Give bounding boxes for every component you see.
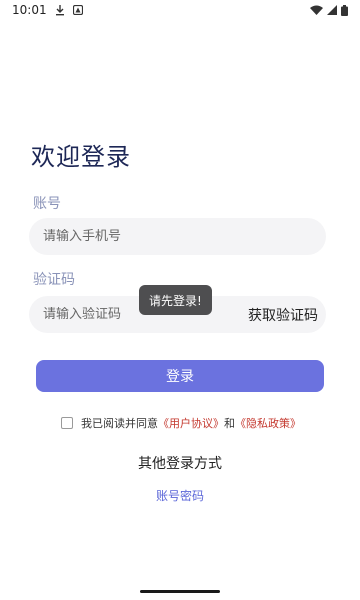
phone-input[interactable] (43, 229, 233, 244)
account-password-login-link[interactable]: 账号密码 (0, 487, 360, 504)
code-label: 验证码 (33, 272, 75, 288)
status-left: 10:01 (12, 3, 83, 17)
user-agreement-link[interactable]: 《用户协议》 (158, 415, 224, 431)
status-right (310, 4, 348, 16)
status-time: 10:01 (12, 3, 47, 17)
page-title: 欢迎登录 (31, 143, 131, 171)
toast-message: 请先登录! (139, 285, 212, 315)
agreement-and-text: 和 (224, 417, 235, 430)
cellular-signal-icon (327, 5, 337, 15)
login-button[interactable]: 登录 (36, 360, 324, 392)
notification-icon (72, 5, 83, 15)
privacy-policy-link[interactable]: 《隐私政策》 (235, 415, 301, 431)
agreement-row: 我已阅读并同意 《用户协议》 和 《隐私政策》 (61, 415, 301, 431)
account-label: 账号 (33, 196, 61, 212)
battery-icon (341, 4, 348, 16)
gesture-nav-handle[interactable] (140, 590, 220, 593)
agreement-checkbox[interactable] (61, 417, 73, 429)
download-icon (55, 4, 65, 16)
agreement-prefix-text: 我已阅读并同意 (81, 417, 158, 430)
other-login-methods-heading: 其他登录方式 (138, 456, 222, 472)
wifi-icon (310, 5, 323, 15)
phone-field-container (29, 218, 326, 255)
status-bar: 10:01 (0, 0, 360, 20)
get-code-button[interactable]: 获取验证码 (248, 296, 318, 333)
